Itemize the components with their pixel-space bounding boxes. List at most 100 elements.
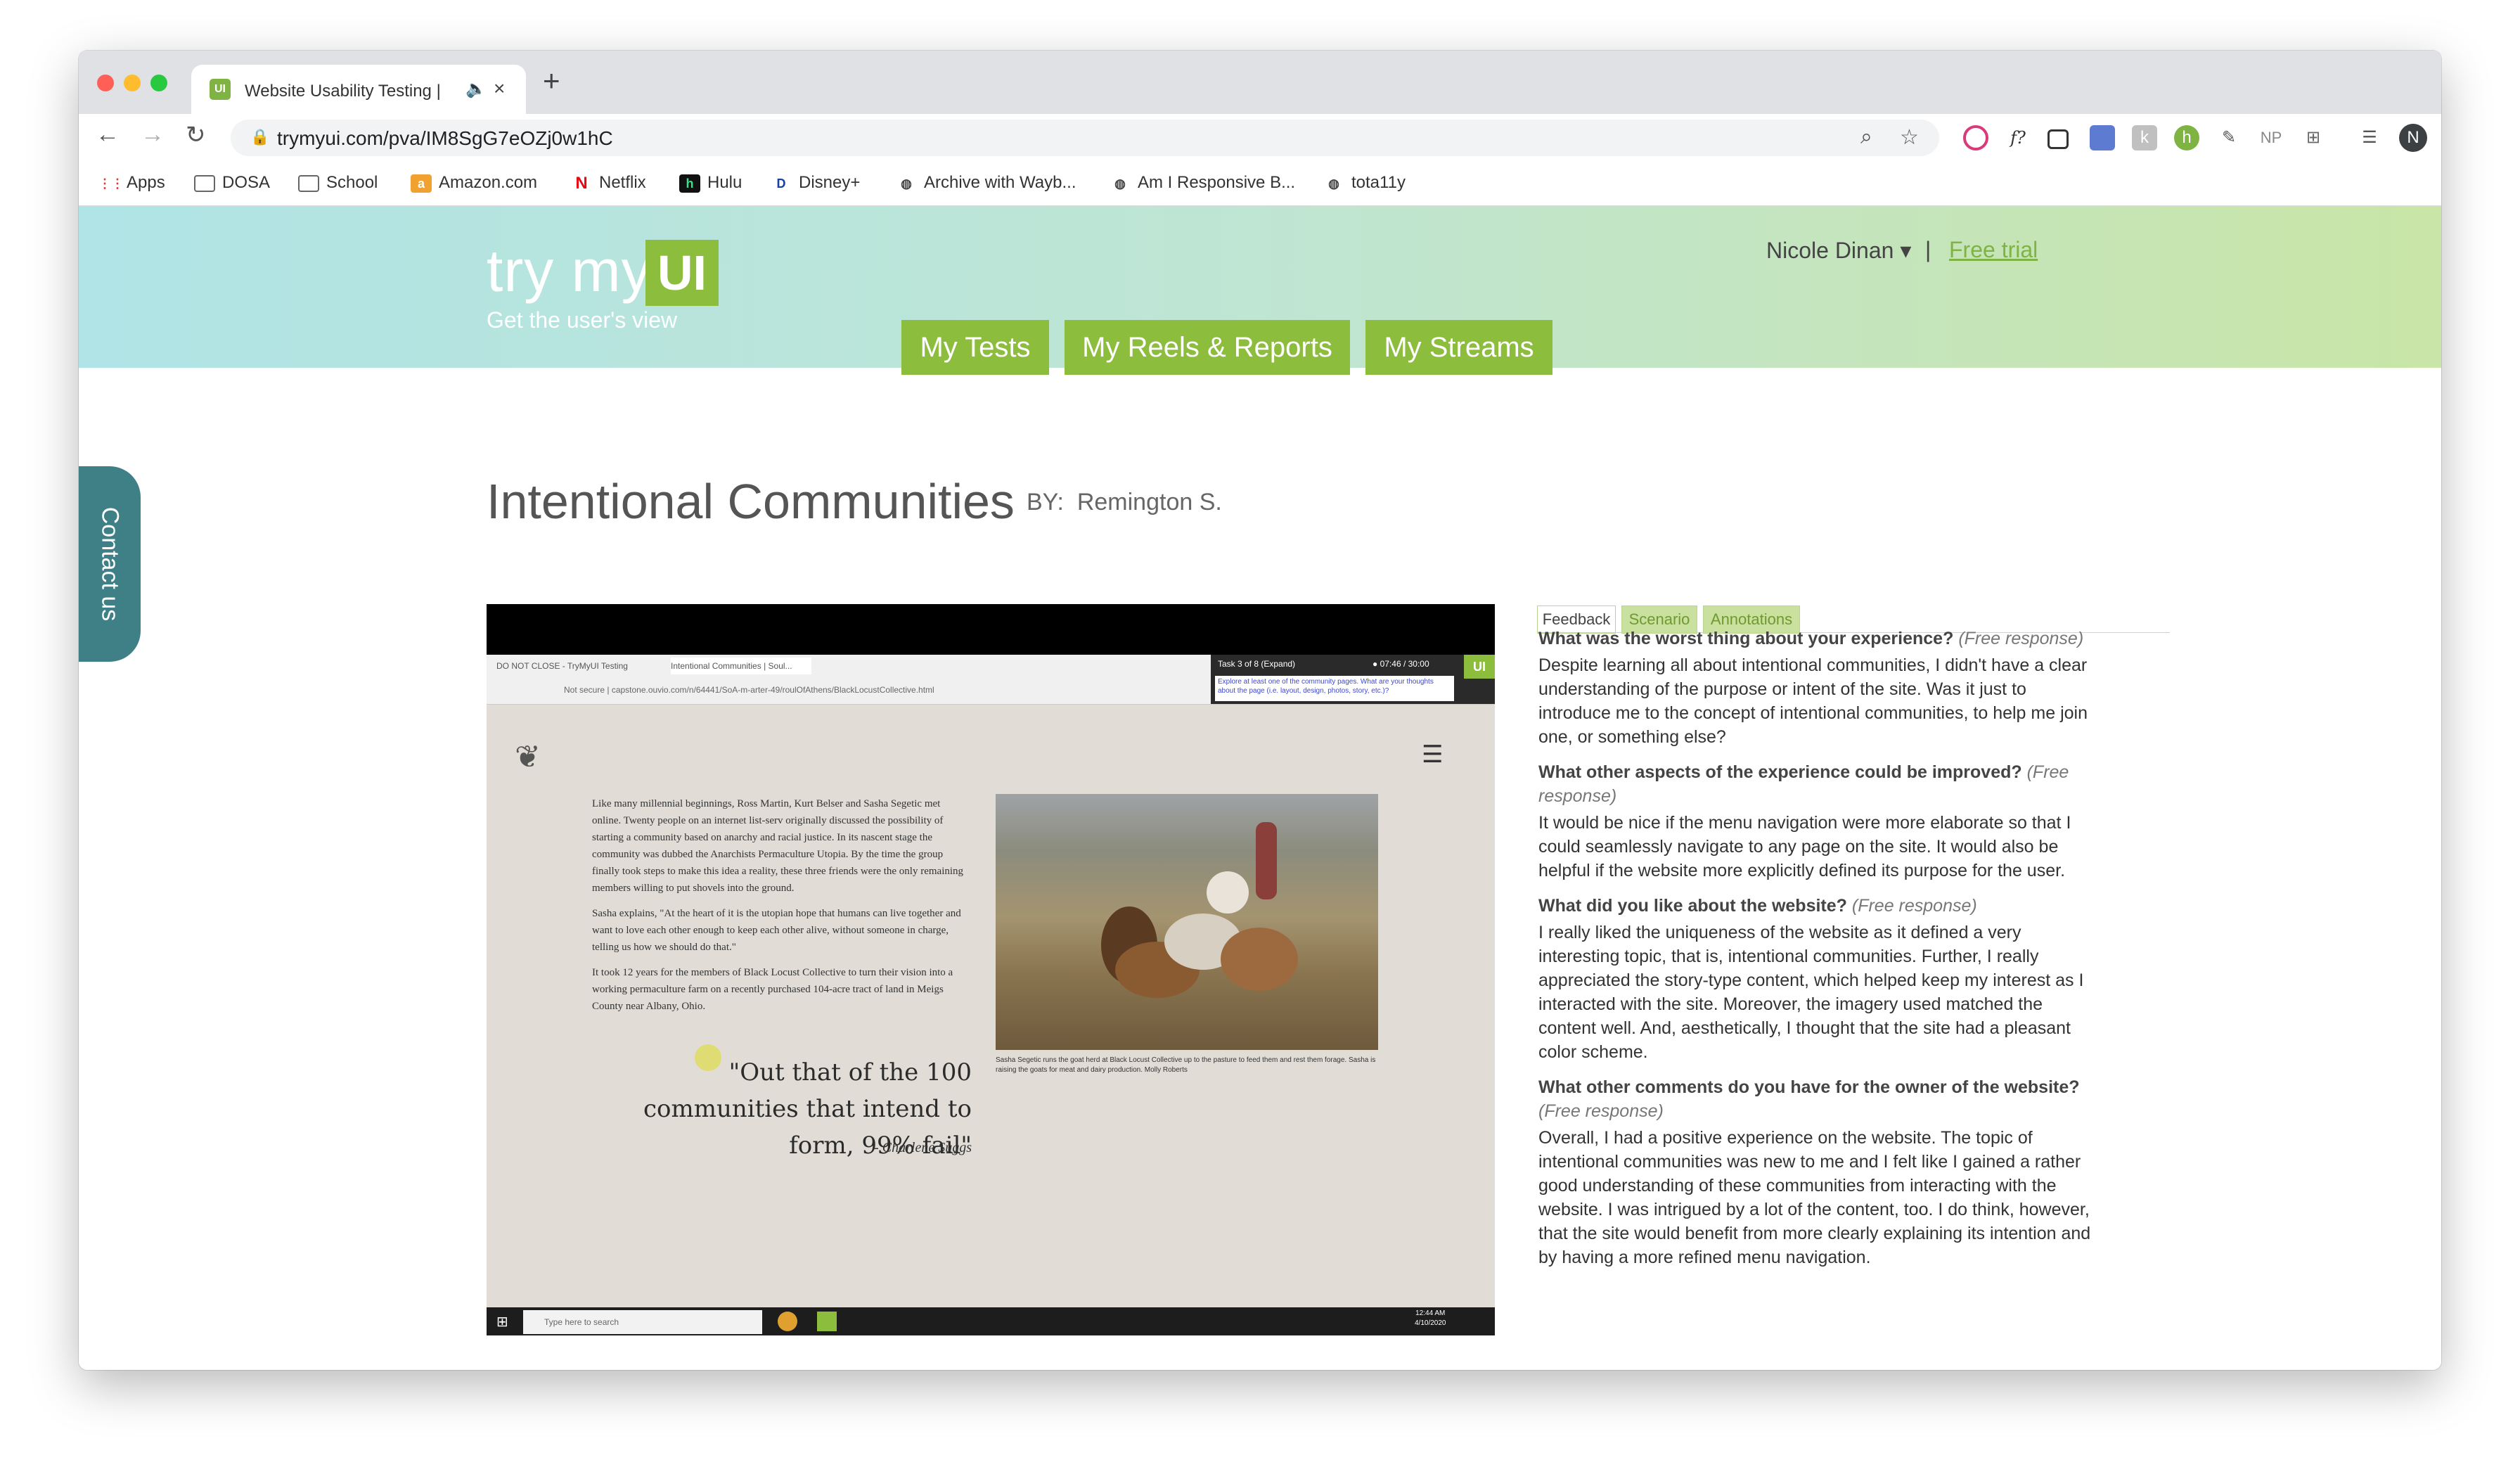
feedback-question: What did you like about the website? (Fr… xyxy=(1538,894,2094,918)
bookmark-hulu[interactable]: h Hulu xyxy=(679,173,742,193)
goats-photo xyxy=(996,794,1378,1050)
trymyui-favicon-icon: UI xyxy=(210,79,231,100)
bookmark-tota11y[interactable]: ◍ tota11y xyxy=(1323,173,1406,193)
trymyui-taskbar-icon xyxy=(817,1312,837,1331)
k-extension-icon[interactable]: k xyxy=(2132,125,2157,150)
folder-icon xyxy=(298,174,319,192)
profile-avatar[interactable]: N xyxy=(2399,124,2427,152)
trymyui-logo-box[interactable]: UI xyxy=(645,240,719,306)
taskbar-clock: 12:44 AM 4/10/2020 xyxy=(1415,1309,1446,1328)
back-arrow-icon[interactable]: ← xyxy=(96,121,120,148)
video-frame: DO NOT CLOSE - TryMyUI Testing Intention… xyxy=(487,655,1495,1335)
bookmark-amazon[interactable]: a Amazon.com xyxy=(411,173,537,193)
maximize-window-button[interactable] xyxy=(150,75,167,91)
globe-icon: ◍ xyxy=(901,176,912,191)
bookmark-label: Netflix xyxy=(599,173,646,192)
bookmark-disney[interactable]: D Disney+ xyxy=(771,173,861,193)
disney-icon: D xyxy=(776,176,786,191)
question-text: What other aspects of the experience cou… xyxy=(1538,762,2022,782)
reload-icon[interactable]: ↻ xyxy=(186,121,206,149)
bookmark-label: Am I Responsive B... xyxy=(1138,173,1296,192)
browser-window: UI Website Usability Testing | 🔈 × + ← →… xyxy=(79,51,2441,1370)
bookmark-netflix[interactable]: N Netflix xyxy=(571,173,646,193)
by-label: BY: xyxy=(1027,489,1064,515)
trymyui-logo-text[interactable]: try my xyxy=(487,237,652,305)
forward-arrow-icon[interactable]: → xyxy=(141,121,165,148)
question-text: What did you like about the website? xyxy=(1538,896,1847,916)
feedback-answer: Overall, I had a positive experience on … xyxy=(1538,1128,2091,1267)
windows-taskbar: ⊞ Type here to search 12:44 AM 4/10/2020 xyxy=(487,1307,1495,1335)
page-content: try my UI Get the user's view My Tests M… xyxy=(79,206,2441,1370)
globe-icon: ◍ xyxy=(1114,176,1126,191)
apps-extension-icon[interactable]: ⊞ xyxy=(2301,125,2326,150)
windows-start-icon: ⊞ xyxy=(496,1314,508,1330)
picture-in-picture-extension-icon[interactable] xyxy=(2048,129,2069,149)
question-text: What was the worst thing about your expe… xyxy=(1538,629,1954,648)
tree-logo-icon: ❦ xyxy=(515,740,541,774)
clock-time: 12:44 AM xyxy=(1415,1309,1446,1317)
nav-my-reels-reports[interactable]: My Reels & Reports xyxy=(1065,320,1350,375)
free-trial-link[interactable]: Free trial xyxy=(1949,237,2038,263)
bookmark-star-icon[interactable]: ☆ xyxy=(1900,125,1919,150)
bookmark-school[interactable]: School xyxy=(298,173,378,193)
formula-extension-icon[interactable]: f? xyxy=(2005,125,2031,150)
recorded-tab: Intentional Communities | Soul... xyxy=(671,658,811,674)
tab-strip: UI Website Usability Testing | 🔈 × + xyxy=(79,51,2441,114)
folder-icon xyxy=(194,174,215,192)
session-video-player[interactable]: DO NOT CLOSE - TryMyUI Testing Intention… xyxy=(487,604,1495,1335)
article-text: Like many millennial beginnings, Ross Ma… xyxy=(592,795,972,1023)
np-extension-icon[interactable]: NP xyxy=(2258,125,2284,150)
feedback-answer: I really liked the uniqueness of the web… xyxy=(1538,923,2084,1062)
minimize-window-button[interactable] xyxy=(124,75,141,91)
zoom-icon[interactable]: ⌕ xyxy=(1860,125,1872,149)
recorded-url-text: capstone.ouvio.com/n/64441/SoA-m-arter-4… xyxy=(611,685,934,695)
grid-extension-icon[interactable] xyxy=(2090,125,2115,150)
test-author: BY: Remington S. xyxy=(1027,489,1222,516)
bookmark-responsive[interactable]: ◍ Am I Responsive B... xyxy=(1110,173,1295,193)
recorded-url-prefix: Not secure xyxy=(564,685,605,695)
apps-grid-icon: ⋮⋮ xyxy=(98,176,124,191)
globe-icon: ◍ xyxy=(1328,176,1339,191)
contact-us-tab[interactable]: Contact us xyxy=(79,466,141,662)
url-text[interactable]: trymyui.com/pva/IM8SgG7eOZj0w1hC xyxy=(277,127,613,150)
recorded-tab: DO NOT CLOSE - TryMyUI Testing xyxy=(496,661,628,671)
nav-my-streams[interactable]: My Streams xyxy=(1365,320,1552,375)
lock-icon: 🔒 xyxy=(250,128,270,146)
task-instructions: Explore at least one of the community pa… xyxy=(1215,676,1454,701)
feedback-answer: It would be nice if the menu navigation … xyxy=(1538,813,2071,880)
author-name: Remington S. xyxy=(1076,489,1222,515)
close-window-button[interactable] xyxy=(97,75,114,91)
h-extension-icon[interactable]: h xyxy=(2174,125,2199,150)
close-tab-icon[interactable]: × xyxy=(494,77,505,100)
address-bar[interactable]: 🔒 trymyui.com/pva/IM8SgG7eOZj0w1hC ⌕ ☆ xyxy=(231,120,1939,156)
task-overlay: Task 3 of 8 (Expand) ● 07:46 / 30:00 Exp… xyxy=(1211,655,1495,704)
reading-list-icon[interactable]: ☰ xyxy=(2357,125,2382,150)
bookmarks-bar: ⋮⋮ Apps DOSA School a Amazon.com N Netflix … xyxy=(79,162,2441,206)
task-label: Task 3 of 8 (Expand) xyxy=(1218,659,1296,669)
bookmark-label: School xyxy=(326,173,378,192)
bookmark-apps[interactable]: ⋮⋮ Apps xyxy=(98,173,165,193)
feedback-content: What was the worst thing about your expe… xyxy=(1538,629,2094,1281)
test-title: Intentional Communities xyxy=(487,474,1015,529)
contact-us-label: Contact us xyxy=(96,506,124,622)
logo-tagline: Get the user's view xyxy=(487,307,678,333)
taskbar-search: Type here to search xyxy=(523,1310,762,1334)
article-paragraph: It took 12 years for the members of Blac… xyxy=(592,967,953,1012)
goat-shape xyxy=(1221,928,1298,991)
feedback-question: What other aspects of the experience cou… xyxy=(1538,760,2094,808)
browser-tab-active[interactable]: UI Website Usability Testing | 🔈 × xyxy=(191,65,526,114)
site-header: try my UI Get the user's view My Tests M… xyxy=(79,206,2441,375)
clock-date: 4/10/2020 xyxy=(1415,1319,1446,1327)
new-tab-button[interactable]: + xyxy=(543,66,560,96)
user-menu[interactable]: Nicole Dinan ▾ xyxy=(1766,237,1911,264)
response-hint: (Free response) xyxy=(1958,629,2084,648)
pen-extension-icon[interactable]: ✎ xyxy=(2216,125,2242,150)
bookmark-wayback[interactable]: ◍ Archive with Wayb... xyxy=(896,173,1076,193)
color-picker-extension-icon[interactable] xyxy=(1963,125,1988,150)
bookmark-label: Amazon.com xyxy=(439,173,538,192)
bookmark-dosa[interactable]: DOSA xyxy=(194,173,270,193)
nav-my-tests[interactable]: My Tests xyxy=(901,320,1049,375)
amazon-icon: a xyxy=(411,174,432,193)
speaker-icon[interactable]: 🔈 xyxy=(465,79,487,99)
bookmark-label: Apps xyxy=(127,173,165,192)
